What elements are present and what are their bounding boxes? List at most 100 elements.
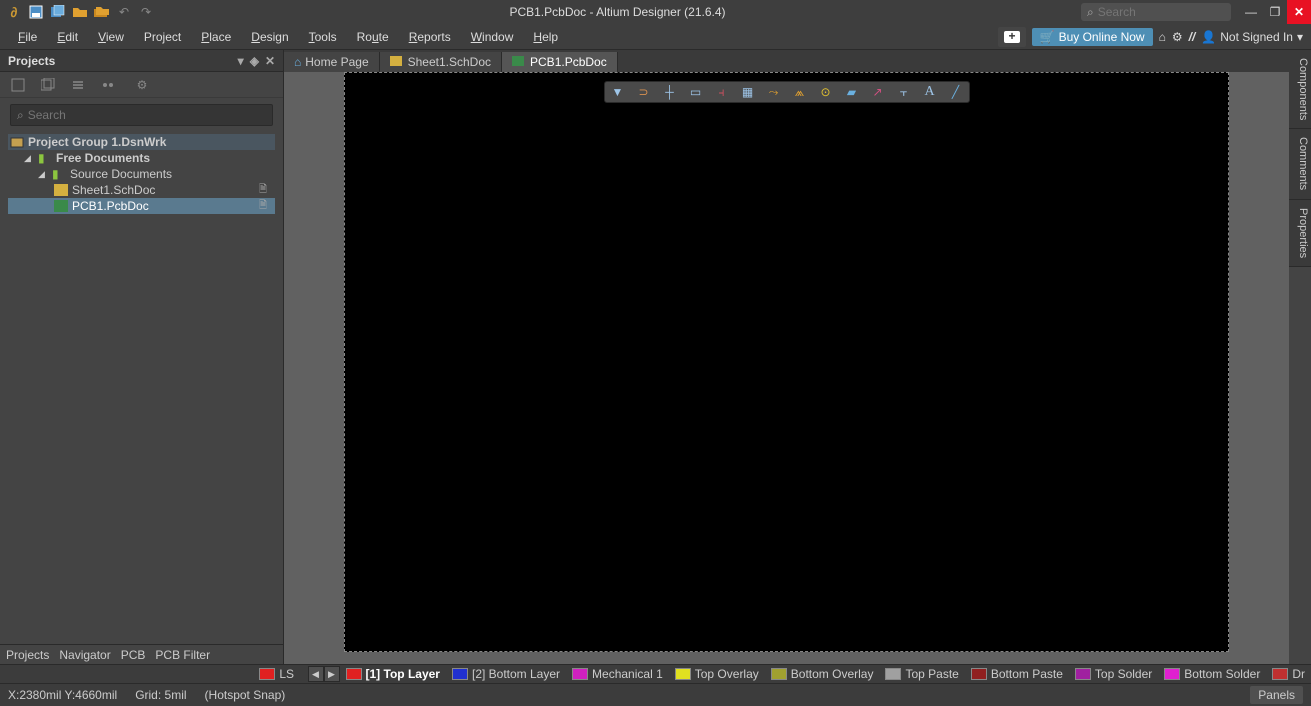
menu-reports[interactable]: Reports	[399, 26, 461, 48]
panel-close-icon[interactable]: ✕	[265, 54, 275, 68]
compile-icon[interactable]	[10, 77, 26, 93]
right-tab-comments[interactable]: Comments	[1289, 129, 1311, 199]
save-all-icon[interactable]	[50, 4, 66, 20]
tree-source-documents[interactable]: ◢ ▮ Source Documents	[8, 166, 275, 182]
btab-pcb[interactable]: PCB	[121, 648, 146, 662]
right-tab-components[interactable]: Components	[1289, 50, 1311, 129]
layer-prev-button[interactable]: ◀	[308, 666, 324, 682]
layer-set-button[interactable]: LS	[253, 667, 307, 681]
route-icon[interactable]: ⤳	[765, 83, 783, 101]
tree-expand-icon[interactable]: ◢	[38, 169, 48, 180]
panel-pin-icon[interactable]: ◈	[250, 54, 259, 68]
buy-online-button[interactable]: 🛒 Buy Online Now	[1032, 28, 1153, 46]
signin-menu[interactable]: 👤 Not Signed In ▾	[1201, 30, 1303, 44]
layer-mech1[interactable]: Mechanical 1	[566, 667, 669, 681]
tab-sheet1[interactable]: Sheet1.SchDoc	[380, 52, 502, 72]
menu-design[interactable]: Design	[241, 26, 298, 48]
tree-item-pcb1[interactable]: PCB1.PcbDoc 🗎	[8, 198, 275, 214]
redo-icon[interactable]: ↷	[138, 4, 154, 20]
titlebar-search-input[interactable]	[1098, 5, 1225, 19]
tree-project-group[interactable]: Project Group 1.DsnWrk	[8, 134, 275, 150]
via-icon[interactable]: ⊙	[817, 83, 835, 101]
menu-window[interactable]: Window	[461, 26, 524, 48]
settings-gear-icon[interactable]: ⚙	[134, 77, 150, 93]
btab-navigator[interactable]: Navigator	[59, 648, 110, 662]
snap-icon[interactable]: ⊃	[635, 83, 653, 101]
minimize-button[interactable]: —	[1239, 0, 1263, 24]
menu-file[interactable]: File	[8, 26, 47, 48]
filter-icon[interactable]: ▼	[609, 83, 627, 101]
menubar: File Edit View Project Place Design Tool…	[0, 24, 1311, 50]
maximize-button[interactable]: ❐	[1263, 0, 1287, 24]
layer-bottom-label: [2] Bottom Layer	[472, 667, 560, 681]
layer-top[interactable]: [1] Top Layer	[340, 667, 446, 681]
layer-bottom-solder[interactable]: Bottom Solder	[1158, 667, 1266, 681]
layer-bottom-overlay[interactable]: Bottom Overlay	[765, 667, 880, 681]
tab-home[interactable]: ⌂ Home Page	[284, 52, 380, 72]
menu-help[interactable]: Help	[523, 26, 568, 48]
panel-menu-icon[interactable]: ▾	[238, 54, 244, 68]
buy-online-label: Buy Online Now	[1059, 30, 1145, 44]
folder-icon: ▮	[38, 151, 52, 165]
projects-search-input[interactable]	[28, 108, 266, 122]
layer-swatch-icon	[572, 668, 588, 680]
align-icon[interactable]: ⫞	[713, 83, 731, 101]
tree-expand-icon[interactable]: ◢	[24, 153, 34, 164]
menu-project[interactable]: Project	[134, 26, 191, 48]
close-button[interactable]: ✕	[1287, 0, 1311, 24]
btab-projects[interactable]: Projects	[6, 648, 49, 662]
text-icon[interactable]: A	[921, 83, 939, 101]
svg-text:+: +	[1008, 31, 1015, 43]
tree-item-sheet1[interactable]: Sheet1.SchDoc 🗎	[8, 182, 275, 198]
tree-pcb1-label: PCB1.PcbDoc	[72, 199, 149, 213]
project-group-icon	[10, 136, 24, 148]
layer-swatch-icon	[1164, 668, 1180, 680]
right-tab-properties[interactable]: Properties	[1289, 200, 1311, 267]
save-icon[interactable]	[28, 4, 44, 20]
folder-stack-icon[interactable]	[94, 4, 110, 20]
layer-bottom[interactable]: [2] Bottom Layer	[446, 667, 566, 681]
selection-rect-icon[interactable]: ▭	[687, 83, 705, 101]
layer-next-button[interactable]: ▶	[324, 666, 340, 682]
menu-tools[interactable]: Tools	[299, 26, 347, 48]
pcb-canvas[interactable]: ▼ ⊃ ┼ ▭ ⫞ ▦ ⤳ ⩕ ⊙ ▰ ↗ ⫟ A ╱	[344, 72, 1229, 652]
home-icon[interactable]: ⌂	[1159, 30, 1166, 44]
btab-pcb-filter[interactable]: PCB Filter	[155, 648, 210, 662]
menu-view[interactable]: View	[88, 26, 134, 48]
menubar-right: + 🛒 Buy Online Now ⌂ ⚙ // 👤 Not Signed I…	[998, 27, 1311, 47]
chevron-down-icon: ▾	[1297, 30, 1303, 44]
menu-route[interactable]: Route	[347, 26, 399, 48]
titlebar: ∂ ↶ ↷ PCB1.PcbDoc - Altium Designer (21.…	[0, 0, 1311, 24]
polygon-icon[interactable]: ▰	[843, 83, 861, 101]
layer-drill[interactable]: Dr	[1266, 667, 1311, 681]
open-folder-icon[interactable]	[72, 4, 88, 20]
status-grid: Grid: 5mil	[135, 688, 186, 702]
dimension-icon[interactable]: ↗	[869, 83, 887, 101]
component-icon[interactable]: ▦	[739, 83, 757, 101]
palette-icon[interactable]: //	[1189, 30, 1196, 44]
crosshair-icon[interactable]: ┼	[661, 83, 679, 101]
titlebar-search[interactable]: ⌕	[1081, 3, 1231, 21]
projects-panel-title: Projects	[8, 54, 55, 68]
projects-tree: Project Group 1.DsnWrk ◢ ▮ Free Document…	[0, 132, 283, 644]
diff-pair-icon[interactable]: ⩕	[791, 83, 809, 101]
line-icon[interactable]: ╱	[947, 83, 965, 101]
vcs-status-icon[interactable]	[100, 77, 116, 93]
menu-place[interactable]: Place	[191, 26, 241, 48]
layer-top-overlay[interactable]: Top Overlay	[669, 667, 765, 681]
compile-all-icon[interactable]	[40, 77, 56, 93]
menu-edit[interactable]: Edit	[47, 26, 88, 48]
measure-icon[interactable]: ⫟	[895, 83, 913, 101]
schematic-file-icon	[54, 184, 68, 196]
panels-button[interactable]: Panels	[1250, 686, 1303, 704]
layer-top-solder[interactable]: Top Solder	[1069, 667, 1158, 681]
feedback-button[interactable]: +	[998, 27, 1026, 47]
layer-bottom-paste[interactable]: Bottom Paste	[965, 667, 1069, 681]
gear-icon[interactable]: ⚙	[1172, 30, 1183, 44]
projects-search[interactable]: ⌕	[10, 104, 273, 126]
layer-top-paste[interactable]: Top Paste	[879, 667, 964, 681]
tree-free-documents[interactable]: ◢ ▮ Free Documents	[8, 150, 275, 166]
undo-icon[interactable]: ↶	[116, 4, 132, 20]
vcs-icon[interactable]	[70, 77, 86, 93]
tab-pcb1[interactable]: PCB1.PcbDoc	[502, 52, 618, 72]
